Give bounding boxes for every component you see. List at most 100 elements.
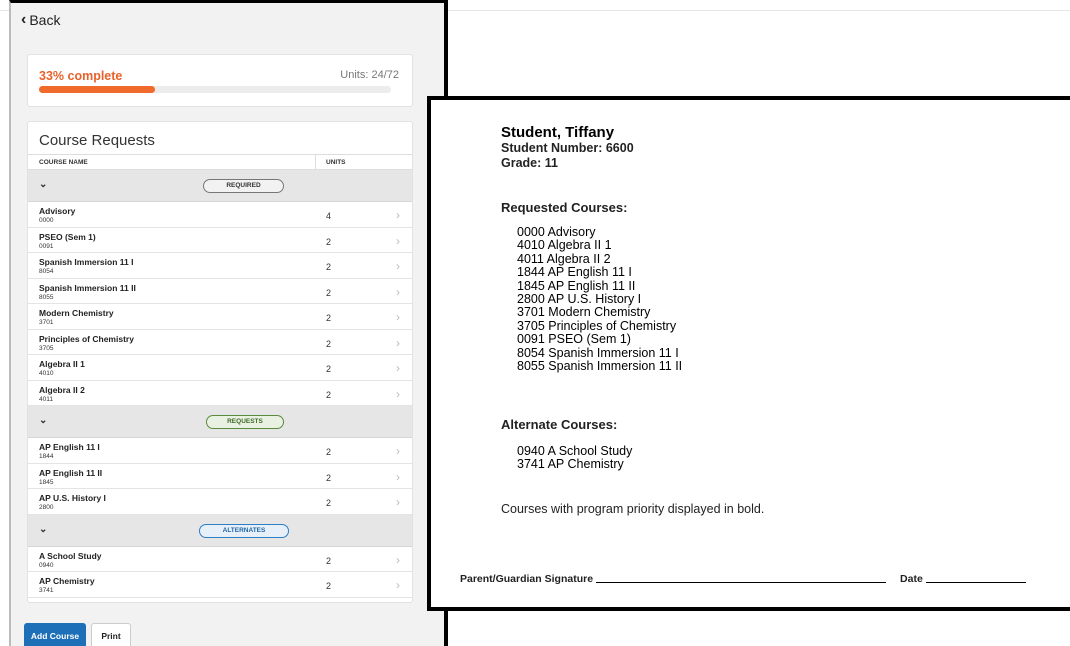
course-code: 3741 (39, 587, 54, 594)
course-units: 2 (326, 236, 332, 247)
table-row[interactable]: Algebra II 1 4010 2 › (28, 355, 412, 381)
date-blank (925, 573, 1026, 583)
course-name: Advisory (39, 206, 76, 216)
table-row[interactable]: Advisory 0000 4 › (28, 202, 412, 228)
course-name: Spanish Immersion 11 I (39, 257, 134, 267)
back-label: Back (29, 12, 61, 28)
course-code: 1844 (39, 453, 54, 460)
card-title: Course Requests (39, 132, 155, 149)
group-header-requests[interactable]: ⌄ REQUESTS (28, 406, 412, 438)
table-row[interactable]: Spanish Immersion 11 II 8055 2 › (28, 278, 412, 304)
student-grade: Grade: 11 (501, 156, 558, 170)
chevron-right-icon[interactable]: › (396, 285, 400, 299)
course-name: AP English 11 II (39, 467, 103, 478)
course-name: Principles of Chemistry (39, 333, 134, 344)
chevron-right-icon[interactable]: › (396, 444, 400, 458)
add-course-button[interactable]: Add Course (24, 623, 86, 646)
group-badge: ALTERNATES (199, 523, 289, 538)
table-row[interactable]: Spanish Immersion 11 I 8054 2 › (28, 253, 412, 279)
chevron-down-icon[interactable]: ⌄ (39, 415, 47, 426)
column-header-units: UNITS (326, 159, 346, 166)
chevron-right-icon[interactable]: › (396, 470, 400, 484)
signature-label: Parent/Guardian Signature (460, 573, 594, 585)
requested-course-item: 8055 Spanish Immersion 11 II (517, 359, 683, 374)
course-code: 0091 (39, 242, 54, 250)
table-row[interactable]: Modern Chemistry 3701 2 › (28, 304, 412, 330)
alternate-course-item: 3741 AP Chemistry (517, 457, 624, 472)
course-units: 2 (326, 581, 332, 591)
course-name: Modern Chemistry (39, 308, 114, 318)
course-name: A School Study (39, 550, 102, 561)
print-button[interactable]: Print (91, 623, 131, 646)
course-name: AP U.S. History I (39, 493, 106, 503)
course-name: Algebra II 2 (39, 384, 85, 395)
chevron-left-icon: ‹ (21, 11, 27, 28)
table-header: COURSE NAME UNITS (28, 154, 412, 170)
column-divider (315, 155, 316, 170)
chevron-right-icon[interactable]: › (396, 310, 400, 324)
course-code: 3701 (39, 319, 54, 326)
chevron-right-icon[interactable]: › (396, 361, 400, 375)
course-name: PSEO (Sem 1) (39, 231, 96, 242)
course-units: 2 (326, 498, 332, 508)
student-name: Student, Tiffany (501, 124, 615, 141)
chevron-right-icon[interactable]: › (396, 336, 400, 350)
back-button[interactable]: ‹ Back (21, 11, 61, 29)
chevron-right-icon[interactable]: › (396, 208, 400, 222)
chevron-down-icon[interactable]: ⌄ (39, 179, 47, 190)
requested-course-item: 1845 AP English 11 II (517, 278, 636, 293)
requested-course-item: 4011 Algebra II 2 (517, 251, 611, 266)
group-badge: REQUESTS (206, 415, 284, 429)
course-code: 8054 (39, 268, 54, 275)
alternate-courses-list: 0940 A School Study 3741 AP Chemistry (517, 444, 633, 472)
course-name: Spanish Immersion 11 II (39, 282, 136, 293)
chevron-right-icon[interactable]: › (396, 259, 400, 273)
student-number: Student Number: 6600 (501, 141, 634, 155)
requested-course-item: 0000 Advisory (517, 225, 596, 239)
group-header-required[interactable]: ⌄ REQUIRED (28, 170, 412, 202)
progress-card: 33% complete Units: 24/72 (27, 54, 413, 107)
course-code: 4010 (39, 370, 54, 377)
table-row[interactable]: AP English 11 II 1845 2 › (28, 463, 412, 489)
course-units: 2 (326, 472, 332, 483)
chevron-right-icon[interactable]: › (396, 495, 400, 509)
requested-course-item: 4010 Algebra II 1 (517, 238, 612, 253)
course-table-body: ⌄ REQUIRED Advisory 0000 4 › PSEO (Sem 1) 0091 2… (28, 170, 412, 598)
alternate-course-item: 0940 A School Study (517, 444, 633, 458)
course-units: 4 (326, 211, 332, 221)
table-row[interactable]: AP Chemistry 3741 2 › (28, 572, 412, 598)
course-units: 2 (326, 313, 332, 323)
course-code: 0000 (39, 217, 54, 224)
course-code: 3705 (39, 344, 54, 352)
requested-course-item: 1844 AP English 11 I (517, 265, 632, 280)
chevron-right-icon[interactable]: › (396, 234, 400, 248)
chevron-right-icon[interactable]: › (396, 553, 400, 567)
chevron-down-icon[interactable]: ⌄ (39, 524, 47, 535)
progress-bar (39, 86, 391, 93)
requested-courses-heading: Requested Courses: (501, 200, 628, 215)
progress-bar-fill (39, 86, 156, 93)
table-row[interactable]: AP U.S. History I 2800 2 › (28, 489, 412, 515)
priority-note: Courses with program priority displayed … (501, 502, 765, 516)
table-row[interactable]: A School Study 0940 2 › (28, 546, 412, 572)
course-units: 2 (326, 338, 332, 349)
date-label: Date (900, 573, 923, 585)
course-units: 2 (326, 555, 332, 566)
course-code: 1845 (39, 478, 54, 486)
requested-course-item: 2800 AP U.S. History I (517, 292, 642, 307)
course-units: 2 (326, 447, 332, 457)
table-row[interactable]: AP English 11 I 1844 2 › (28, 438, 412, 464)
course-name: AP Chemistry (39, 576, 95, 586)
group-header-alternates[interactable]: ⌄ ALTERNATES (28, 514, 412, 547)
requested-course-item: 3701 Modern Chemistry (517, 305, 651, 320)
table-row[interactable]: Algebra II 2 4011 2 › (28, 380, 412, 406)
course-name: Algebra II 1 (39, 359, 85, 369)
chevron-right-icon[interactable]: › (396, 578, 400, 592)
course-units: 2 (326, 262, 332, 272)
table-row[interactable]: PSEO (Sem 1) 0091 2 › (28, 227, 412, 253)
course-request-panel: ‹ Back 33% complete Units: 24/72 Course … (9, 0, 448, 646)
table-row[interactable]: Principles of Chemistry 3705 2 › (28, 329, 412, 355)
group-badge: REQUIRED (203, 179, 284, 193)
course-code: 4011 (39, 395, 53, 403)
chevron-right-icon[interactable]: › (396, 387, 400, 401)
